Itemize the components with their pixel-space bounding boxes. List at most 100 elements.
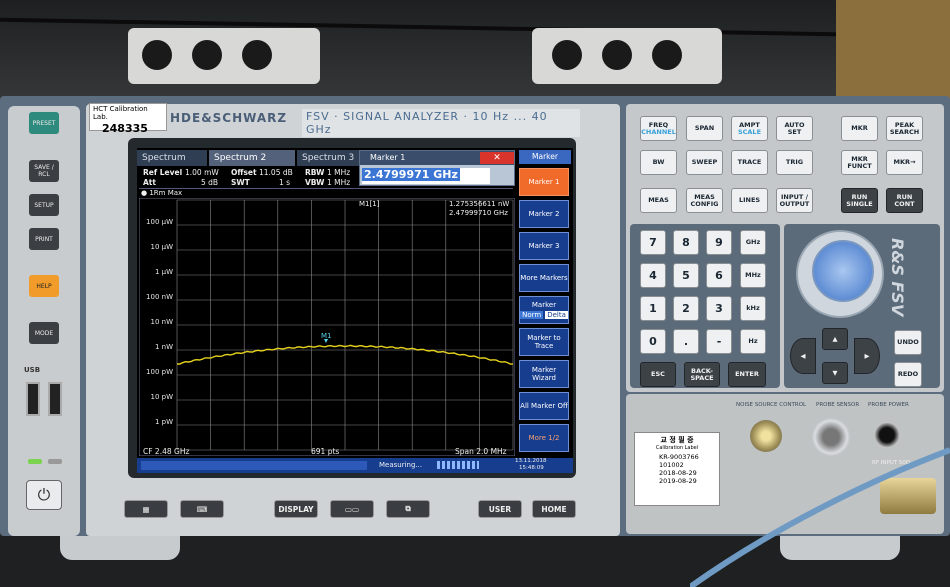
marker-frequency-input[interactable]: 2.4799971 GHz [362, 168, 490, 184]
att-value: 5 dB [201, 178, 219, 187]
arrow-right-button[interactable]: ▶ [854, 338, 880, 374]
user-button[interactable]: USER [478, 500, 522, 518]
softkey-marker-2[interactable]: Marker 2 [519, 200, 569, 228]
mode-button[interactable]: MODE [29, 322, 59, 344]
spectrum-graph [139, 198, 515, 456]
softkey-more-page[interactable]: More 1/2 [519, 424, 569, 452]
run-cont-button[interactable]: RUN CONT [886, 188, 923, 213]
meas-config-button[interactable]: MEAS CONFIG [686, 188, 723, 213]
softkey-all-marker-off[interactable]: All Marker Off [519, 392, 569, 420]
window-switch-button[interactable]: ⧉ [386, 500, 430, 518]
rotary-knob[interactable] [812, 240, 874, 302]
meas-button[interactable]: MEAS [640, 188, 677, 213]
backspace-button[interactable]: BACK-SPACE [684, 362, 720, 387]
setup-button[interactable]: SETUP [29, 194, 59, 216]
sweep-label: SWEEP [692, 159, 718, 166]
sweep-button[interactable]: SWEEP [686, 150, 723, 175]
display-button[interactable]: DISPLAY [274, 500, 318, 518]
mkr-to-button[interactable]: MKR→ [886, 150, 923, 175]
swt-value: 1 s [279, 178, 291, 187]
measuring-status: Measuring... [379, 461, 423, 469]
tab-spectrum-3[interactable]: Spectrum 3 [297, 150, 359, 166]
softkey-marker-3[interactable]: Marker 3 [519, 232, 569, 260]
softkey-marker-mode[interactable]: Marker Norm Delta [519, 296, 569, 324]
trace-label: ● 1Rm Max [141, 189, 183, 197]
auto-set-button[interactable]: AUTO SET [776, 116, 813, 141]
delta-option[interactable]: Delta [545, 311, 568, 319]
numpad-key[interactable]: 5 [673, 263, 699, 288]
mkr-button[interactable]: MKR [841, 116, 878, 141]
help-button[interactable]: HELP [29, 275, 59, 297]
peak-search-button[interactable]: PEAK SEARCH [886, 116, 923, 141]
analyzer-display: Spectrum Spectrum 2 Spectrum 3 Marker 1 … [137, 148, 573, 473]
mkr-funct-button[interactable]: MKR FUNCT [841, 150, 878, 175]
windows-button[interactable]: ▦ [124, 500, 168, 518]
redo-button[interactable]: REDO [894, 362, 922, 387]
tab-spectrum-2[interactable]: Spectrum 2 [209, 150, 295, 166]
keyboard-button[interactable]: ⌨ [180, 500, 224, 518]
numpad-key[interactable]: 6 [706, 263, 732, 288]
power-icon: ⏻ [37, 485, 51, 504]
rbw-label: RBW [305, 168, 325, 177]
print-button[interactable]: PRINT [29, 228, 59, 250]
preset-button[interactable]: PRESET [29, 112, 59, 134]
numpad-key[interactable]: - [706, 329, 732, 354]
rs-fsv-logo: R&S FSV [888, 238, 907, 317]
freq-channel-label: FREQ CHANNEL [641, 121, 676, 136]
softkey-menu-title: Marker [519, 150, 571, 164]
trig-button[interactable]: TRIG [776, 150, 813, 175]
freq-channel-button[interactable]: FREQ CHANNEL [640, 116, 677, 141]
calibration-lab-text: HCT Calibration Lab. [93, 105, 148, 121]
usb-port-2[interactable] [48, 382, 62, 416]
enter-button[interactable]: ENTER [728, 362, 766, 387]
marker-frequency-value: 2.4799971 GHz [362, 168, 460, 181]
close-icon[interactable]: ✕ [480, 152, 514, 164]
home-button[interactable]: HOME [532, 500, 576, 518]
wooden-shelf [836, 0, 950, 100]
key-label: LINES [738, 196, 761, 204]
tab-spectrum[interactable]: Spectrum [137, 150, 207, 166]
arrow-down-button[interactable]: ▼ [822, 362, 848, 384]
numpad-key[interactable]: 1 [640, 296, 666, 321]
numpad-key[interactable]: 8 [673, 230, 699, 255]
save-recall-button[interactable]: SAVE / RCL [29, 160, 59, 182]
key-label: SPAN [694, 124, 715, 132]
span-button[interactable]: SPAN [686, 116, 723, 141]
y-tick-label: 100 µW [146, 218, 173, 226]
numpad-key[interactable]: . [673, 329, 699, 354]
numpad-key[interactable]: 2 [673, 296, 699, 321]
numpad-key[interactable]: 0 [640, 329, 666, 354]
unit-hz-button[interactable]: Hz [740, 329, 766, 354]
ampt-scale-button[interactable]: AMPT SCALE [731, 116, 768, 141]
run-single-button[interactable]: RUN SINGLE [841, 188, 878, 213]
numpad-key[interactable]: 9 [706, 230, 732, 255]
unit-ghz-button[interactable]: GHz [740, 230, 766, 255]
unit-mhz-button[interactable]: MHz [740, 263, 766, 288]
socket-hole [552, 40, 582, 70]
marker-readout-frequency: 2.47999710 GHz [449, 209, 508, 217]
softkey-more-markers[interactable]: More Markers [519, 264, 569, 292]
norm-option[interactable]: Norm [520, 311, 544, 319]
numpad-key[interactable]: 3 [706, 296, 732, 321]
print-label: PRINT [35, 235, 53, 243]
span-label: Span 2.0 MHz [455, 447, 507, 456]
power-button[interactable]: ⏻ [26, 480, 62, 510]
undo-button[interactable]: UNDO [894, 330, 922, 355]
softkey-marker-mode-label: Marker [531, 301, 557, 309]
bw-button[interactable]: BW [640, 150, 677, 175]
key-label: INPUT / OUTPUT [779, 192, 810, 208]
usb-port-1[interactable] [26, 382, 40, 416]
arrow-up-button[interactable]: ▲ [822, 328, 848, 350]
input-output-button[interactable]: INPUT / OUTPUT [776, 188, 813, 213]
esc-button[interactable]: ESC [640, 362, 676, 387]
softkey-marker-to-trace[interactable]: Marker to Trace [519, 328, 569, 356]
arrow-left-button[interactable]: ◀ [790, 338, 816, 374]
softkey-marker-wizard[interactable]: Marker Wizard [519, 360, 569, 388]
numpad-key[interactable]: 4 [640, 263, 666, 288]
softkey-marker-1[interactable]: Marker 1 [519, 168, 569, 196]
unit-khz-button[interactable]: kHz [740, 296, 766, 321]
lines-button[interactable]: LINES [731, 188, 768, 213]
trace-button[interactable]: TRACE [731, 150, 768, 175]
numpad-key[interactable]: 7 [640, 230, 666, 255]
split-screen-button[interactable]: ▭▭ [330, 500, 374, 518]
